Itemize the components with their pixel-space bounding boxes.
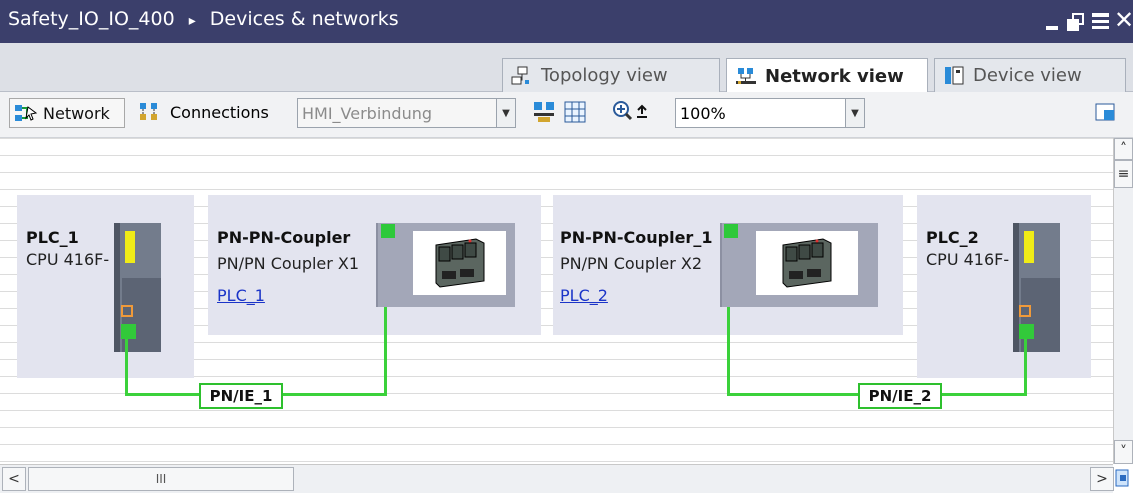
overview-icon[interactable] xyxy=(1094,102,1118,124)
coupler-module[interactable] xyxy=(376,223,515,307)
maximize-icon[interactable] xyxy=(1092,13,1109,30)
connections-icon xyxy=(140,103,157,120)
device-name: PLC_1 xyxy=(26,228,79,247)
device-type: CPU 416F- xyxy=(926,250,1010,269)
horizontal-scroll-thumb[interactable]: III xyxy=(28,467,294,491)
port-indicator-icon[interactable] xyxy=(724,224,738,238)
subnet-label-pn-ie-2[interactable]: PN/IE_2 xyxy=(858,383,942,409)
connections-label: Connections xyxy=(170,102,269,122)
device-network-link[interactable]: PLC_1 xyxy=(217,286,265,305)
subnet-line[interactable] xyxy=(727,307,730,396)
device-name: PLC_2 xyxy=(926,228,979,247)
scroll-right-icon[interactable]: > xyxy=(1090,467,1114,491)
network-mode-icon xyxy=(15,105,38,121)
network-label: Network xyxy=(43,103,110,123)
coupler-device-icon xyxy=(435,238,485,288)
chevron-down-icon[interactable]: ▼ xyxy=(845,99,864,127)
show-address-icon[interactable] xyxy=(532,100,558,124)
tab-label: Device view xyxy=(973,65,1082,86)
close-icon[interactable]: ✕ xyxy=(1114,8,1133,32)
device-name: PN-PN-Coupler xyxy=(217,228,351,247)
scroll-left-icon[interactable]: < xyxy=(2,467,26,491)
device-network-link[interactable]: PLC_2 xyxy=(560,286,608,305)
zoom-select[interactable]: 100% ▼ xyxy=(675,98,865,128)
connection-type-value: HMI_Verbindung xyxy=(302,103,433,123)
tab-label: Network view xyxy=(765,65,904,87)
connection-type-select[interactable]: HMI_Verbindung ▼ xyxy=(297,98,516,128)
coupler-device-icon xyxy=(782,238,832,288)
port-indicator-icon[interactable] xyxy=(381,224,395,238)
vertical-scroll-thumb[interactable]: ≡ xyxy=(1114,160,1133,188)
scroll-grip: III xyxy=(155,472,167,486)
subnet-label-pn-ie-1[interactable]: PN/IE_1 xyxy=(199,383,283,409)
subnet-line[interactable] xyxy=(125,339,128,395)
coupler-module[interactable] xyxy=(720,223,878,307)
chevron-down-icon[interactable]: ▼ xyxy=(496,99,515,127)
device-plc-1[interactable] xyxy=(17,195,194,378)
editor-title: Devices & networks xyxy=(209,8,399,30)
device-icon xyxy=(945,66,964,84)
device-name: PN-PN-Coupler_1 xyxy=(560,228,713,247)
scroll-down-icon[interactable]: ˅ xyxy=(1114,440,1133,464)
network-icon xyxy=(736,68,756,84)
tab-label: Topology view xyxy=(541,65,668,86)
device-plc-2[interactable] xyxy=(917,195,1091,378)
subnet-line[interactable] xyxy=(1024,339,1027,395)
device-type: CPU 416F- xyxy=(26,250,110,269)
plc-module-icon[interactable] xyxy=(114,223,161,352)
tab-topology-view[interactable]: Topology view xyxy=(502,58,720,92)
zoom-value: 100% xyxy=(680,103,726,123)
connections-button[interactable]: Connections xyxy=(138,98,269,126)
zoom-in-icon[interactable] xyxy=(611,99,651,125)
tab-network-view[interactable]: Network view xyxy=(726,58,928,93)
tab-device-view[interactable]: Device view xyxy=(934,58,1126,92)
restore-icon[interactable] xyxy=(1067,13,1085,31)
subnet-line[interactable] xyxy=(384,307,387,396)
device-type: PN/PN Coupler X1 xyxy=(217,254,360,273)
network-mode-button[interactable]: Network xyxy=(9,98,125,128)
device-type: PN/PN Coupler X2 xyxy=(560,254,703,273)
grid-icon[interactable] xyxy=(563,100,587,124)
breadcrumb: Safety_IO_IO_400 ▸ Devices & networks xyxy=(8,8,399,30)
breadcrumb-separator-icon: ▸ xyxy=(188,13,196,29)
title-bar: Safety_IO_IO_400 ▸ Devices & networks ✕ xyxy=(0,0,1133,43)
navigator-icon[interactable] xyxy=(1115,467,1131,489)
scroll-up-icon[interactable]: ˄ xyxy=(1114,138,1133,160)
topology-icon xyxy=(511,66,529,84)
plc-module-icon[interactable] xyxy=(1013,223,1060,352)
project-title: Safety_IO_IO_400 xyxy=(8,8,175,30)
minimize-icon[interactable] xyxy=(1046,26,1058,30)
